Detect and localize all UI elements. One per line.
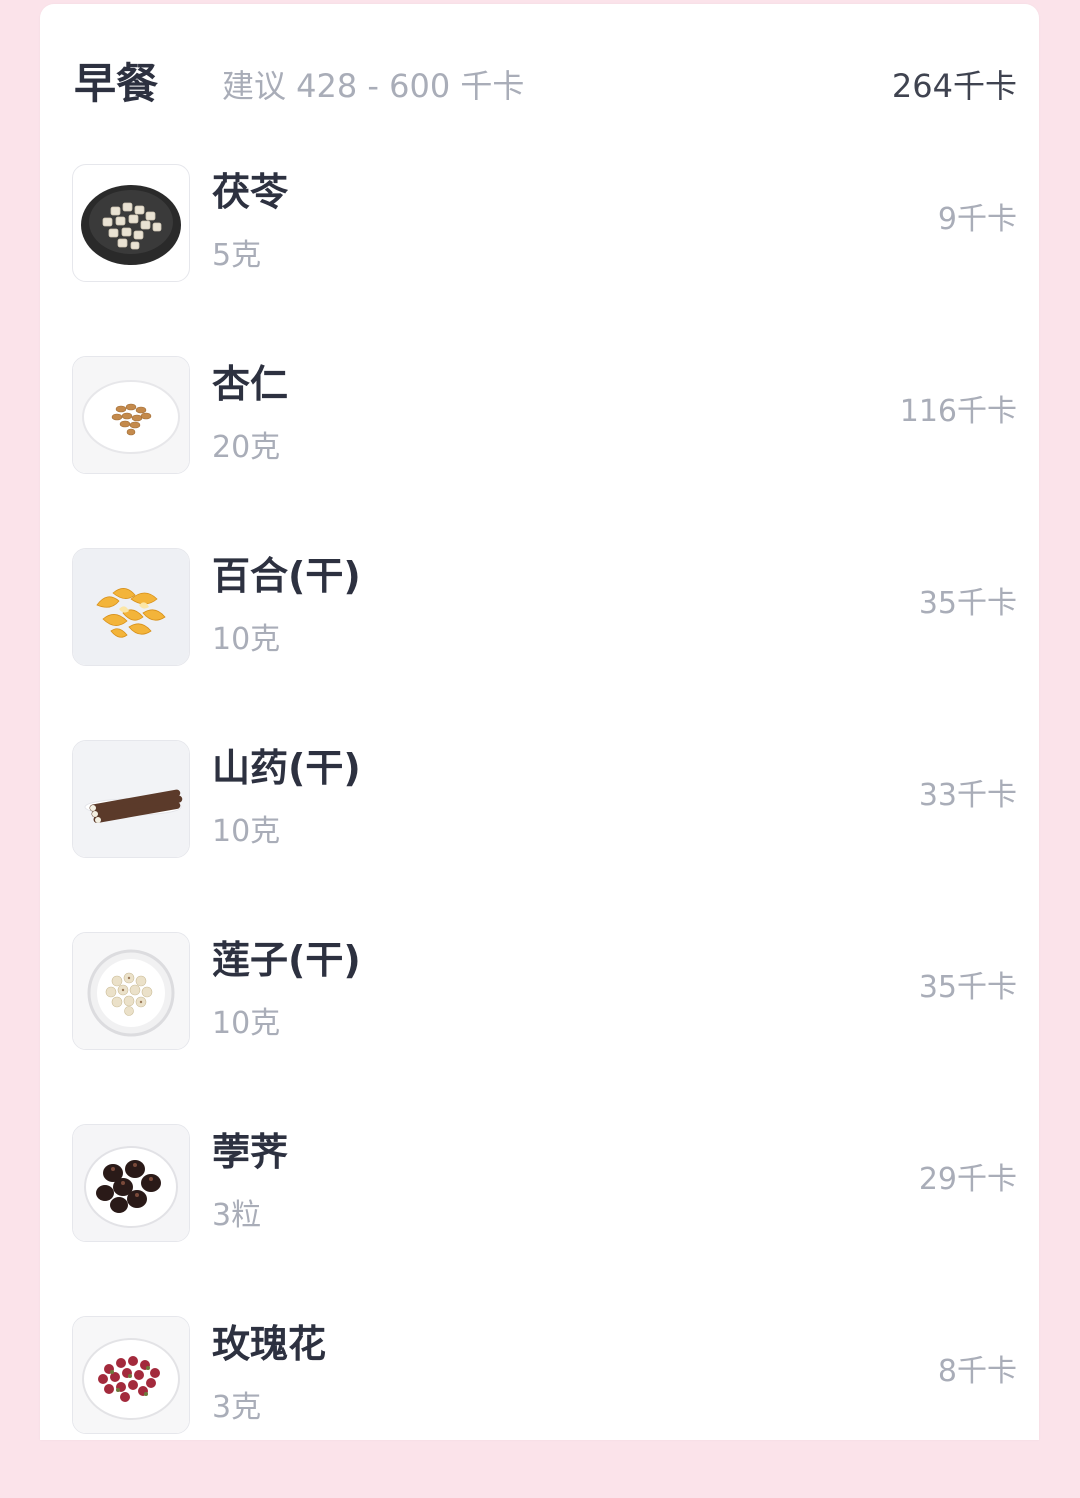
food-kcal: 35千卡 bbox=[918, 586, 1017, 621]
rose-tea-image bbox=[72, 1316, 190, 1434]
food-item[interactable]: 茯苓 5克 9千卡 bbox=[40, 154, 1039, 346]
food-name: 茯苓 bbox=[212, 170, 289, 214]
dried-yam-image bbox=[72, 740, 190, 858]
food-item[interactable]: 莲子(干) 10克 35千卡 bbox=[40, 922, 1039, 1114]
food-kcal: 116千卡 bbox=[899, 394, 1017, 429]
almond-image bbox=[72, 356, 190, 474]
water-chestnut-image bbox=[72, 1124, 190, 1242]
food-item[interactable]: 荸荠 3粒 29千卡 bbox=[40, 1114, 1039, 1306]
food-item[interactable]: 玫瑰花 3克 8千卡 bbox=[40, 1306, 1039, 1498]
food-item[interactable]: 杏仁 20克 116千卡 bbox=[40, 346, 1039, 538]
food-kcal: 35千卡 bbox=[918, 970, 1017, 1005]
food-amount: 3克 bbox=[212, 1390, 262, 1425]
food-kcal: 8千卡 bbox=[937, 1354, 1017, 1389]
food-item[interactable]: 百合(干) 10克 35千卡 bbox=[40, 538, 1039, 730]
food-kcal: 29千卡 bbox=[918, 1162, 1017, 1197]
meal-total-kcal: 264千卡 bbox=[891, 67, 1017, 105]
food-name: 莲子(干) bbox=[212, 938, 361, 982]
food-kcal: 9千卡 bbox=[937, 202, 1017, 237]
poria-image bbox=[72, 164, 190, 282]
food-amount: 10克 bbox=[212, 1006, 281, 1041]
dried-lily-image bbox=[72, 548, 190, 666]
food-name: 百合(干) bbox=[212, 554, 361, 598]
food-amount: 5克 bbox=[212, 238, 262, 273]
food-amount: 10克 bbox=[212, 622, 281, 657]
food-kcal: 33千卡 bbox=[918, 778, 1017, 813]
food-amount: 3粒 bbox=[212, 1198, 262, 1233]
food-amount: 20克 bbox=[212, 430, 281, 465]
meal-suggestion: 建议 428 - 600 千卡 bbox=[222, 67, 525, 105]
food-name: 荸荠 bbox=[212, 1130, 289, 1174]
food-amount: 10克 bbox=[212, 814, 281, 849]
food-name: 玫瑰花 bbox=[212, 1322, 327, 1366]
meal-header[interactable]: 早餐 建议 428 - 600 千卡 264千卡 bbox=[74, 56, 1017, 116]
food-name: 山药(干) bbox=[212, 746, 361, 790]
meal-title: 早餐 bbox=[74, 59, 159, 108]
food-name: 杏仁 bbox=[212, 362, 289, 406]
food-item[interactable]: 山药(干) 10克 33千卡 bbox=[40, 730, 1039, 922]
lotus-seed-image bbox=[72, 932, 190, 1050]
meal-card: 早餐 建议 428 - 600 千卡 264千卡 茯苓 5克 9千卡 杏仁 20… bbox=[40, 4, 1039, 1440]
